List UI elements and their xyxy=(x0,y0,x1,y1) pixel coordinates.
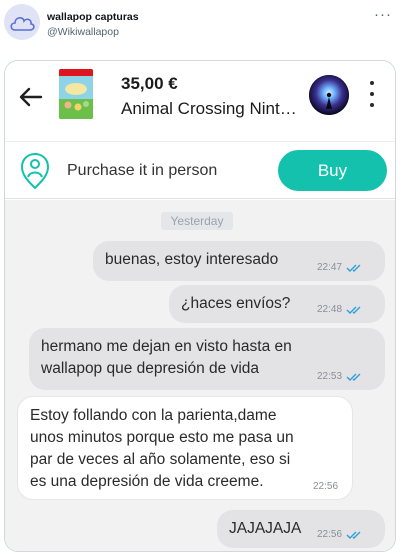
buy-button[interactable]: Buy xyxy=(278,150,387,191)
message-bubble-incoming[interactable]: Estoy follando con la parienta,dame unos… xyxy=(17,396,353,500)
profile-avatar[interactable] xyxy=(4,4,40,40)
account-handle[interactable]: @Wikiwallapop xyxy=(47,26,119,38)
message-time: 22:56 xyxy=(317,529,343,540)
chat-header: 35,00 € Animal Crossing Nint… xyxy=(5,61,395,133)
message-time: 22:53 xyxy=(317,371,343,382)
message-text: JAJAJAJA xyxy=(229,520,302,537)
message-text-line: par de veces al año solamente, eso si xyxy=(30,451,291,468)
chat-screenshot: 35,00 € Animal Crossing Nint… Purchase i… xyxy=(4,60,396,552)
read-ticks-icon xyxy=(346,373,361,381)
message-meta: 22:56 xyxy=(313,481,338,492)
message-time: 22:48 xyxy=(317,304,343,315)
message-text: buenas, estoy interesado xyxy=(105,251,279,268)
message-time: 22:47 xyxy=(317,262,343,273)
tweet-header: wallapop capturas @Wikiwallapop ··· xyxy=(0,0,400,52)
read-ticks-icon xyxy=(346,264,361,272)
product-title[interactable]: Animal Crossing Nint… xyxy=(121,99,297,119)
message-text-line: unos minutos porque esto me pasa un xyxy=(30,429,294,446)
read-ticks-icon xyxy=(346,531,361,539)
galaxy-avatar-image xyxy=(309,75,349,115)
game-cover-image xyxy=(59,69,93,119)
message-meta: 22:56 xyxy=(317,529,366,540)
message-time: 22:56 xyxy=(313,481,339,492)
purchase-in-person-label[interactable]: Purchase it in person xyxy=(67,162,217,180)
kebab-menu-icon[interactable] xyxy=(365,79,379,109)
seller-avatar[interactable] xyxy=(309,75,349,115)
message-text: ¿haces envíos? xyxy=(181,295,291,312)
product-price: 35,00 € xyxy=(121,74,178,93)
message-meta: 22:53 xyxy=(317,371,366,382)
message-list: Yesterday buenas, estoy interesado 22:47… xyxy=(5,200,395,551)
purchase-bar: Purchase it in person Buy xyxy=(5,141,395,199)
message-meta: 22:47 xyxy=(317,262,366,273)
message-text-line: es una depresión de vida creeme. xyxy=(30,473,264,490)
read-ticks-icon xyxy=(346,306,361,314)
message-bubble-outgoing[interactable]: buenas, estoy interesado xyxy=(93,241,385,281)
day-separator: Yesterday xyxy=(161,212,233,230)
message-meta: 22:48 xyxy=(317,304,366,315)
cloud-logo-icon xyxy=(10,17,35,31)
account-name[interactable]: wallapop capturas xyxy=(47,11,139,23)
message-text-line: hermano me dejan en visto hasta en xyxy=(41,338,292,355)
product-thumbnail[interactable] xyxy=(59,69,93,119)
more-horizontal-icon[interactable]: ··· xyxy=(374,6,392,23)
location-person-icon xyxy=(20,152,50,190)
arrow-left-icon[interactable] xyxy=(17,83,45,111)
message-text-line: Estoy follando con la parienta,dame xyxy=(30,407,277,424)
